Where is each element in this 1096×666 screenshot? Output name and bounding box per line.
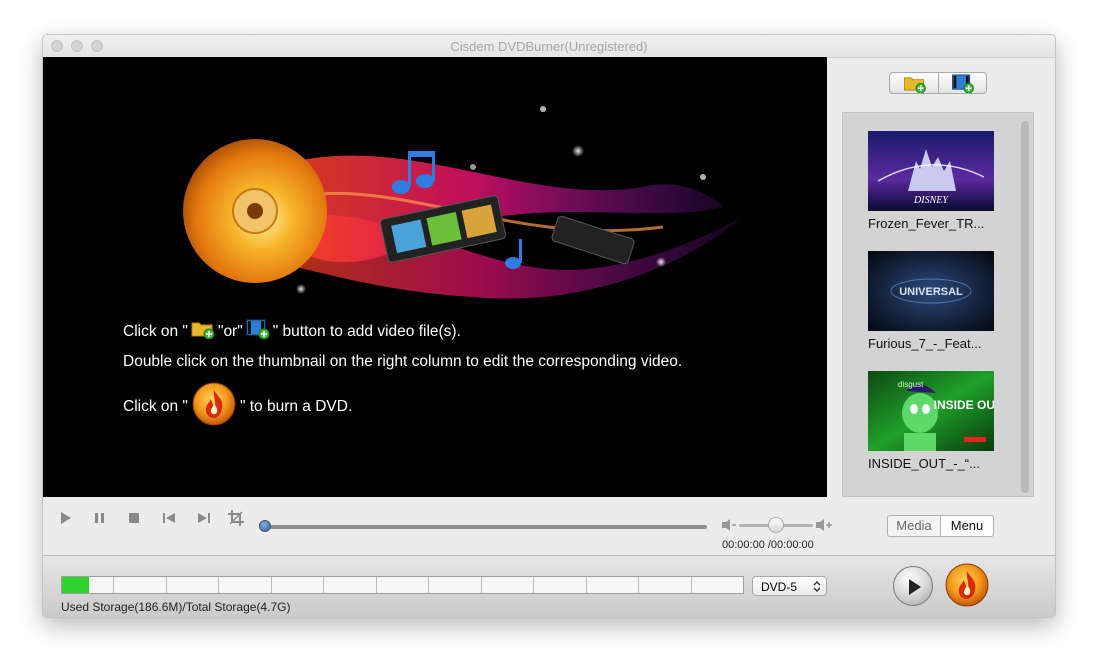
media-list-scrollbar[interactable]: [1021, 121, 1029, 493]
storage-used-fill: [62, 577, 90, 593]
storage-label: Used Storage(186.6M)/Total Storage(4.7G): [61, 600, 291, 614]
video-thumbnail[interactable]: DISNEY: [868, 131, 994, 211]
storage-bar: [61, 576, 744, 594]
stop-icon: [129, 513, 139, 523]
add-folder-icon: [191, 319, 215, 344]
disc-type-value: DVD-5: [761, 580, 798, 594]
svg-text:UNIVERSAL: UNIVERSAL: [899, 286, 963, 298]
title-bar: Cisdem DVDBurner(Unregistered): [43, 35, 1055, 58]
svg-text:DISNEY: DISNEY: [913, 195, 949, 206]
video-preview[interactable]: Click on " "or" " button to add video fi…: [43, 57, 827, 497]
add-video-icon: [952, 74, 974, 93]
app-window: Cisdem DVDBurner(Unregistered) Click on …: [42, 34, 1056, 618]
window-title: Cisdem DVDBurner(Unregistered): [450, 39, 648, 54]
svg-text:INSIDE OUT: INSIDE OUT: [934, 398, 994, 412]
dvd-disc: [183, 139, 327, 283]
volume-knob[interactable]: [768, 517, 784, 533]
tab-menu[interactable]: Menu: [940, 515, 994, 537]
disc-type-select[interactable]: DVD-5: [752, 576, 827, 596]
next-icon: [198, 513, 210, 523]
pause-button[interactable]: [91, 509, 109, 527]
previous-button[interactable]: [160, 509, 178, 527]
instruction-line-3: Click on " " to burn a DVD.: [123, 381, 352, 432]
previous-icon: [163, 513, 175, 523]
add-folder-button[interactable]: [889, 72, 939, 94]
crop-button[interactable]: [227, 509, 245, 527]
video-thumbnail[interactable]: UNIVERSAL: [868, 251, 994, 331]
chevron-updown-icon: [813, 581, 821, 592]
light-streaks: [273, 155, 743, 299]
bottom-bar: Used Storage(186.6M)/Total Storage(4.7G)…: [43, 555, 1055, 617]
media-item[interactable]: UNIVERSAL Furious_7_-_Feat...: [868, 251, 996, 351]
volume-down-icon: [722, 519, 736, 531]
volume-up-icon: [816, 519, 832, 531]
media-item[interactable]: DISNEY Frozen_Fever_TR...: [868, 131, 996, 231]
instruction-line-2: Double click on the thumbnail on the rig…: [123, 353, 683, 370]
video-thumbnail[interactable]: disgust INSIDE OUT: [868, 371, 994, 451]
media-item-label: INSIDE_OUT_-_“...: [868, 456, 980, 471]
play-button[interactable]: [57, 509, 75, 527]
instruction-line-1: Click on " "or" " button to add video fi…: [123, 319, 461, 344]
burn-flame-icon: [191, 381, 237, 432]
playback-controls: 00:00:00 /00:00:00 Media Menu: [43, 497, 1055, 555]
seek-bar[interactable]: [265, 525, 707, 529]
volume-up-button[interactable]: [815, 516, 833, 534]
playback-time: 00:00:00 /00:00:00: [722, 539, 814, 551]
burn-flame-icon: [945, 563, 989, 607]
media-item-label: Furious_7_-_Feat...: [868, 336, 982, 351]
preview-play-button[interactable]: [893, 566, 933, 606]
tab-media[interactable]: Media: [887, 515, 941, 537]
media-list[interactable]: DISNEY Frozen_Fever_TR... UNIVERSAL Furi…: [842, 112, 1034, 497]
crop-icon: [228, 510, 244, 526]
volume-down-button[interactable]: [720, 516, 738, 534]
media-item-label: Frozen_Fever_TR...: [868, 216, 985, 231]
pause-icon: [95, 513, 104, 523]
play-icon: [909, 579, 921, 595]
next-button[interactable]: [195, 509, 213, 527]
play-icon: [61, 512, 71, 524]
add-video-icon: [246, 319, 270, 344]
seek-knob[interactable]: [259, 520, 271, 532]
burn-button[interactable]: [944, 562, 990, 608]
media-item[interactable]: disgust INSIDE OUT INSIDE_OUT_-_“...: [868, 371, 996, 471]
stop-button[interactable]: [125, 509, 143, 527]
svg-text:disgust: disgust: [898, 380, 924, 389]
add-video-button[interactable]: [938, 72, 987, 94]
add-folder-icon: [904, 77, 926, 93]
